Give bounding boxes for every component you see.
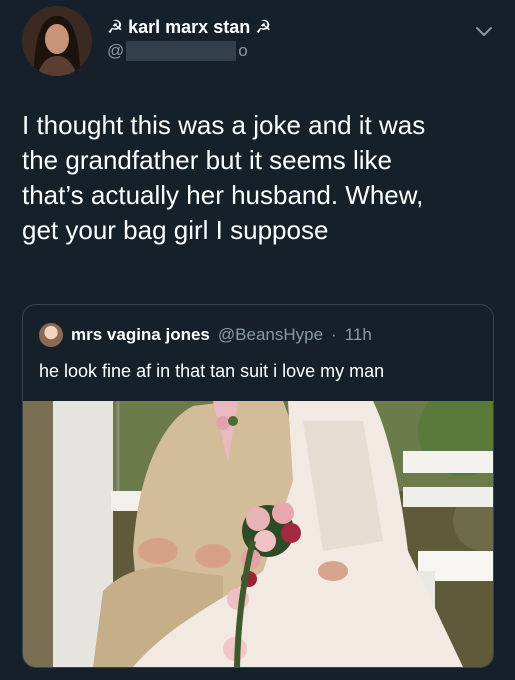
quoted-tweet[interactable]: mrs vagina jones @BeansHype · 11h he loo… bbox=[22, 304, 494, 668]
meta-separator: · bbox=[331, 325, 337, 344]
quoted-photo[interactable] bbox=[23, 401, 493, 667]
quoted-avatar bbox=[39, 323, 63, 347]
chevron-down-icon[interactable] bbox=[473, 20, 495, 42]
quoted-timestamp: 11h bbox=[344, 325, 372, 344]
quoted-handle: @BeansHype bbox=[217, 325, 324, 344]
display-name: ☭ karl marx stan ☭ bbox=[107, 17, 272, 37]
handle-prefix: @ bbox=[107, 41, 125, 60]
quoted-display-name: mrs vagina jones bbox=[71, 325, 210, 344]
tweet-text: I thought this was a joke and it was the… bbox=[22, 110, 426, 245]
quoted-tweet-text: he look fine af in that tan suit i love … bbox=[39, 361, 385, 381]
redaction-box bbox=[126, 41, 237, 61]
author-handle[interactable]: @ o bbox=[107, 41, 248, 61]
author-name[interactable]: ☭ karl marx stan ☭ bbox=[107, 17, 271, 38]
handle-suffix: o bbox=[238, 41, 248, 60]
tweet-avatar[interactable] bbox=[22, 6, 92, 76]
quoted-tweet-header: mrs vagina jones @BeansHype · 11h bbox=[39, 323, 372, 347]
